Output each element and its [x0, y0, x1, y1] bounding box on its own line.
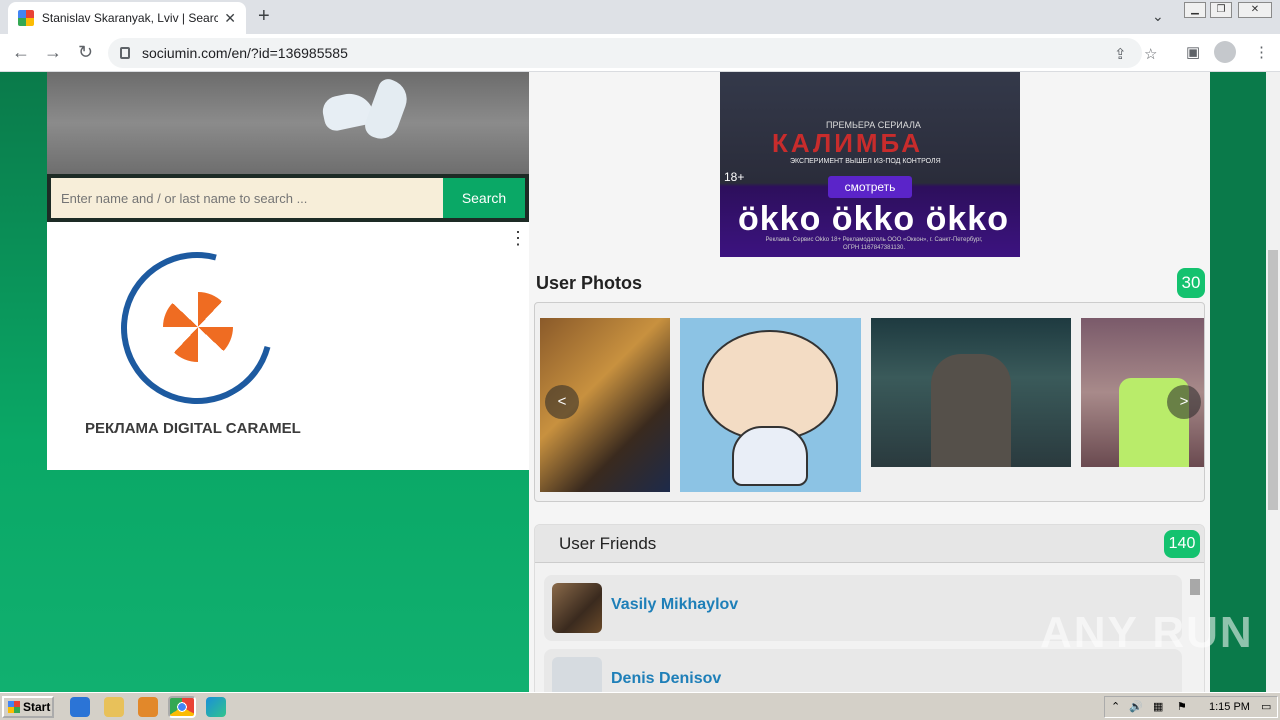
background-strip: [1210, 72, 1266, 692]
windows-logo-icon: [8, 701, 20, 713]
close-tab-icon[interactable]: ✕: [224, 10, 236, 27]
system-tray: ⌃ 🔊 ▦ ⚑ 1:15 PM ▭: [1104, 696, 1278, 718]
main-column: ПРЕМЬЕРА СЕРИАЛА КАЛИМБА ЭКСПЕРИМЕНТ ВЫШ…: [529, 72, 1210, 692]
new-tab-icon[interactable]: +: [258, 5, 270, 28]
user-photo[interactable]: [871, 318, 1071, 467]
page-content: Search ⋮ РЕКЛАМА DIGITAL CARAMEL ПРЕМЬЕР…: [0, 72, 1266, 692]
sidepanel-icon[interactable]: ▣: [1186, 43, 1200, 61]
ad-watch-button[interactable]: смотреть: [828, 176, 912, 198]
okko-logo: ökko ökko ökko: [738, 200, 1009, 238]
lock-icon[interactable]: [120, 47, 130, 59]
flag-icon[interactable]: ⚑: [1177, 700, 1187, 713]
tab-title: Stanislav Skaranyak, Lviv | Search I: [41, 11, 219, 25]
friend-avatar[interactable]: [552, 583, 602, 633]
show-desktop-icon[interactable]: ▭: [1261, 700, 1271, 713]
photo-carousel: < >: [534, 302, 1205, 502]
ad-title: КАЛИМБА: [772, 128, 924, 158]
profile-icon[interactable]: [1214, 41, 1236, 63]
user-photo[interactable]: [680, 318, 861, 492]
address-bar[interactable]: sociumin.com/en/?id=136985585 ⇪ ☆: [108, 38, 1157, 68]
page-scroll-thumb[interactable]: [1268, 250, 1278, 510]
chevron-down-icon[interactable]: ⌄: [1152, 8, 1164, 25]
volume-icon[interactable]: 🔊: [1129, 700, 1143, 713]
search-button[interactable]: Search: [443, 178, 525, 218]
browser-toolbar: ← → ↻ sociumin.com/en/?id=136985585 ⇪ ☆ …: [0, 34, 1280, 72]
edge-icon[interactable]: [206, 697, 226, 717]
friend-name-link[interactable]: Vasily Mikhaylov: [611, 596, 738, 614]
search-input[interactable]: [51, 178, 443, 218]
tab-favicon-icon: [18, 10, 34, 26]
ad-banner-okko[interactable]: ПРЕМЬЕРА СЕРИАЛА КАЛИМБА ЭКСПЕРИМЕНТ ВЫШ…: [720, 72, 1020, 257]
clock: 1:15 PM: [1209, 701, 1250, 713]
restore-icon[interactable]: ❐: [1210, 2, 1232, 18]
carousel-prev-button[interactable]: <: [545, 385, 579, 419]
explorer-icon[interactable]: [104, 697, 124, 717]
page-scrollbar[interactable]: [1266, 72, 1280, 692]
tray-expand-icon[interactable]: ⌃: [1111, 700, 1120, 713]
ad-subtitle: ЭКСПЕРИМЕНТ ВЫШЕЛ ИЗ-ПОД КОНТРОЛЯ: [790, 158, 941, 165]
cartoon-body: [732, 426, 808, 486]
age-rating: 18+: [724, 170, 745, 184]
menu-icon[interactable]: ⋮: [1254, 43, 1269, 61]
close-window-icon[interactable]: ✕: [1238, 2, 1272, 18]
friends-title: User Friends: [559, 534, 657, 553]
friend-name-link[interactable]: Denis Denisov: [611, 670, 721, 688]
person-figure: [931, 354, 1011, 467]
ad-text: РЕКЛАМА DIGITAL CARAMEL: [85, 420, 301, 437]
network-icon[interactable]: ▦: [1153, 700, 1163, 713]
ie-icon[interactable]: [70, 697, 90, 717]
ad-banner-left[interactable]: ⋮ РЕКЛАМА DIGITAL CARAMEL: [47, 222, 529, 470]
chrome-icon[interactable]: [168, 696, 196, 718]
active-tab[interactable]: Stanislav Skaranyak, Lviv | Search I ✕: [8, 2, 246, 34]
forward-icon[interactable]: →: [44, 42, 62, 63]
carousel-next-button[interactable]: >: [1167, 385, 1201, 419]
start-button[interactable]: Start: [2, 696, 54, 718]
friends-count-badge: 140: [1164, 530, 1200, 558]
hero-image: [47, 72, 529, 174]
taskbar: Start ⌃ 🔊 ▦ ⚑ 1:15 PM ▭: [0, 692, 1280, 720]
cartoon-head: [702, 330, 838, 440]
ad-menu-icon[interactable]: ⋮: [509, 228, 527, 249]
start-label: Start: [23, 700, 51, 714]
media-player-icon[interactable]: [138, 697, 158, 717]
photos-count-badge: 30: [1177, 268, 1205, 298]
ad-legal-text: Реклама. Сервис Okko 18+ Рекламодатель О…: [765, 237, 983, 251]
friends-scroll-thumb[interactable]: [1190, 579, 1200, 595]
url-text[interactable]: sociumin.com/en/?id=136985585: [142, 45, 348, 61]
default-avatar-icon[interactable]: [552, 657, 602, 692]
friends-header: User Friends 140: [535, 525, 1204, 563]
sneaker-image: [361, 76, 413, 144]
share-icon[interactable]: ⇪: [1114, 45, 1127, 63]
back-icon[interactable]: ←: [12, 42, 30, 63]
logo-pinwheel-icon: [163, 292, 233, 362]
minimize-icon[interactable]: ▁: [1184, 2, 1206, 18]
star-icon[interactable]: ☆: [1144, 45, 1157, 63]
watermark-logo: ANY RUN: [1040, 608, 1254, 657]
tab-bar: Stanislav Skaranyak, Lviv | Search I ✕ +…: [0, 0, 1280, 34]
photos-title: User Photos: [536, 273, 643, 293]
search-form: Search: [47, 174, 529, 222]
reload-icon[interactable]: ↻: [78, 42, 93, 63]
